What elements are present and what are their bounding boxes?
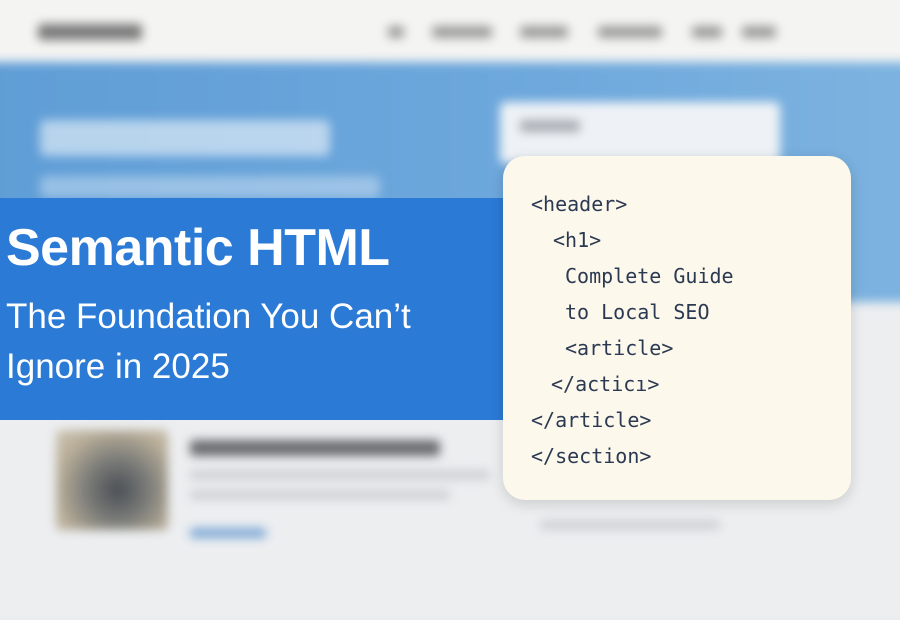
code-line: <header> xyxy=(531,192,628,216)
background-hero-card-bar xyxy=(520,120,580,132)
background-top-bar xyxy=(0,0,900,62)
background-article-title xyxy=(190,440,440,456)
headline-title: Semantic HTML xyxy=(6,219,390,277)
code-line: to Local SEO xyxy=(565,300,710,324)
code-snippet-card: <header> <h1> Complete Guide to Local SE… xyxy=(503,156,851,500)
background-hero-title xyxy=(40,120,330,156)
background-article-line xyxy=(190,490,450,500)
code-line: <h1> xyxy=(553,228,602,252)
background-hero-card xyxy=(500,102,780,164)
background-article-line xyxy=(190,470,490,480)
code-line: </article> xyxy=(531,408,652,432)
code-line: </section> xyxy=(531,444,652,468)
background-article-link xyxy=(190,528,266,538)
code-line: Complete Guide xyxy=(565,264,734,288)
background-nav-item xyxy=(432,26,492,38)
code-line: <article> xyxy=(565,336,674,360)
background-hero-subtitle xyxy=(40,176,380,198)
background-nav-item xyxy=(692,26,722,38)
headline-banner: Semantic HTML The Foundation You Can’t I… xyxy=(0,198,503,420)
background-nav-item xyxy=(520,26,568,38)
background-nav-item xyxy=(598,26,662,38)
background-thumbnail xyxy=(56,430,168,530)
background-logo xyxy=(38,24,142,40)
headline-subtitle: The Foundation You Can’t Ignore in 2025 xyxy=(6,297,411,386)
background-nav-item xyxy=(388,26,404,38)
background-nav-item xyxy=(742,26,776,38)
code-line: </acticı> xyxy=(551,372,660,396)
background-article-line xyxy=(540,520,720,530)
